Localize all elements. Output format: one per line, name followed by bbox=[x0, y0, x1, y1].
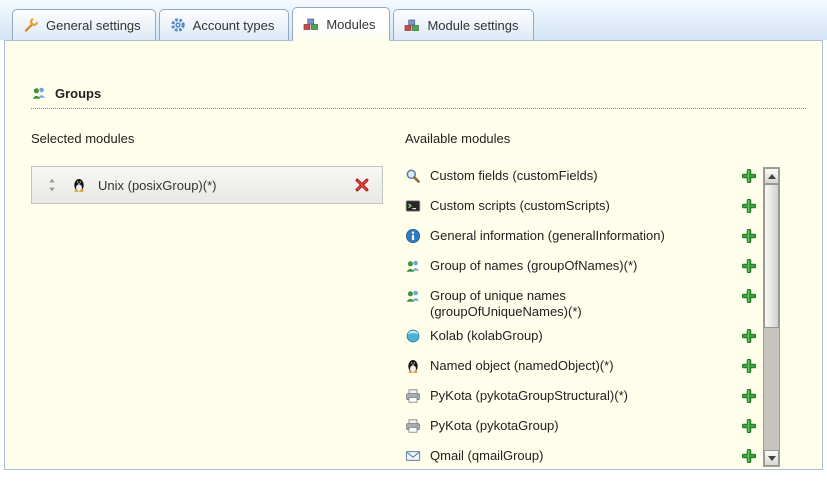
tab-module-settings[interactable]: Module settings bbox=[393, 9, 533, 40]
available-module-row: Kolab (kolabGroup) bbox=[405, 324, 757, 354]
tux-icon bbox=[405, 358, 421, 374]
available-module-row: Custom fields (customFields) bbox=[405, 164, 757, 194]
module-settings-icon bbox=[404, 17, 420, 33]
tab-general-settings[interactable]: General settings bbox=[12, 9, 156, 40]
tab-bar: General settings Account types Modules M… bbox=[12, 7, 534, 40]
tab-header: General settings Account types Modules M… bbox=[0, 0, 827, 40]
scrollbar-thumb[interactable] bbox=[764, 184, 779, 328]
available-module-row: PyKota (pykotaGroup) bbox=[405, 414, 757, 444]
group-icon bbox=[405, 288, 421, 304]
add-module-icon[interactable] bbox=[741, 328, 757, 344]
groups-icon bbox=[31, 85, 47, 101]
drag-updown-icon[interactable] bbox=[44, 177, 60, 193]
selected-modules-box: Unix (posixGroup)(*) bbox=[31, 166, 383, 204]
available-module-row: General information (generalInformation) bbox=[405, 224, 757, 254]
groups-section-header: Groups bbox=[31, 85, 806, 109]
selected-module-row: Unix (posixGroup)(*) bbox=[32, 167, 382, 203]
module-label: PyKota (pykotaGroupStructural)(*) bbox=[430, 387, 628, 404]
module-label: General information (generalInformation) bbox=[430, 227, 665, 244]
available-module-row: Group of names (groupOfNames)(*) bbox=[405, 254, 757, 284]
tab-label: Account types bbox=[193, 18, 275, 33]
kolab-icon bbox=[405, 328, 421, 344]
module-label: Qmail (qmailGroup) bbox=[430, 447, 543, 464]
add-module-icon[interactable] bbox=[741, 228, 757, 244]
module-label: PyKota (pykotaGroup) bbox=[430, 417, 559, 434]
module-label: Custom fields (customFields) bbox=[430, 167, 598, 184]
tab-label: Modules bbox=[326, 17, 375, 32]
printer-icon bbox=[405, 418, 421, 434]
tab-modules[interactable]: Modules bbox=[292, 7, 390, 41]
available-modules-heading: Available modules bbox=[405, 131, 783, 146]
available-module-row: Custom scripts (customScripts) bbox=[405, 194, 757, 224]
available-modules-scrollbar[interactable] bbox=[763, 167, 780, 467]
module-label: Named object (namedObject)(*) bbox=[430, 357, 614, 374]
add-module-icon[interactable] bbox=[741, 418, 757, 434]
available-modules-column: Available modules Custom fields (customF… bbox=[405, 131, 783, 474]
info-icon bbox=[405, 228, 421, 244]
scroll-down-button[interactable] bbox=[764, 450, 779, 466]
tux-icon bbox=[71, 177, 87, 193]
available-module-row: Group of unique names (groupOfUniqueName… bbox=[405, 284, 757, 324]
arrow-up-icon bbox=[768, 174, 776, 179]
gear-icon bbox=[170, 17, 186, 33]
printer-icon bbox=[405, 388, 421, 404]
add-module-icon[interactable] bbox=[741, 288, 757, 304]
script-icon bbox=[405, 198, 421, 214]
add-module-icon[interactable] bbox=[741, 388, 757, 404]
available-module-row: Named object (namedObject)(*) bbox=[405, 354, 757, 384]
arrow-down-icon bbox=[768, 456, 776, 461]
tab-account-types[interactable]: Account types bbox=[159, 9, 290, 40]
group-icon bbox=[405, 258, 421, 274]
module-label: Group of unique names (groupOfUniqueName… bbox=[430, 287, 688, 321]
add-module-icon[interactable] bbox=[741, 258, 757, 274]
module-label: Group of names (groupOfNames)(*) bbox=[430, 257, 637, 274]
selected-modules-heading: Selected modules bbox=[31, 131, 383, 146]
add-module-icon[interactable] bbox=[741, 448, 757, 464]
tools-icon bbox=[23, 17, 39, 33]
scrollbar-track[interactable] bbox=[764, 184, 779, 450]
modules-panel: Groups Selected modules Unix (posixGroup… bbox=[4, 40, 823, 470]
available-module-row: PyKota (pykotaGroupStructural)(*) bbox=[405, 384, 757, 414]
available-modules-list: Custom fields (customFields) Custom scri… bbox=[405, 164, 757, 474]
delete-module-icon[interactable] bbox=[354, 177, 370, 193]
modules-icon bbox=[303, 16, 319, 32]
add-module-icon[interactable] bbox=[741, 168, 757, 184]
selected-module-label: Unix (posixGroup)(*) bbox=[98, 178, 343, 193]
tab-label: Module settings bbox=[427, 18, 518, 33]
section-title: Groups bbox=[55, 86, 101, 101]
tab-label: General settings bbox=[46, 18, 141, 33]
module-label: Custom scripts (customScripts) bbox=[430, 197, 610, 214]
add-module-icon[interactable] bbox=[741, 358, 757, 374]
selected-modules-column: Selected modules Unix (posixGroup)(*) bbox=[31, 131, 383, 204]
mail-icon bbox=[405, 448, 421, 464]
available-module-row: Qmail (qmailGroup) bbox=[405, 444, 757, 474]
magnifier-icon bbox=[405, 168, 421, 184]
module-label: Kolab (kolabGroup) bbox=[430, 327, 543, 344]
add-module-icon[interactable] bbox=[741, 198, 757, 214]
scroll-up-button[interactable] bbox=[764, 168, 779, 184]
